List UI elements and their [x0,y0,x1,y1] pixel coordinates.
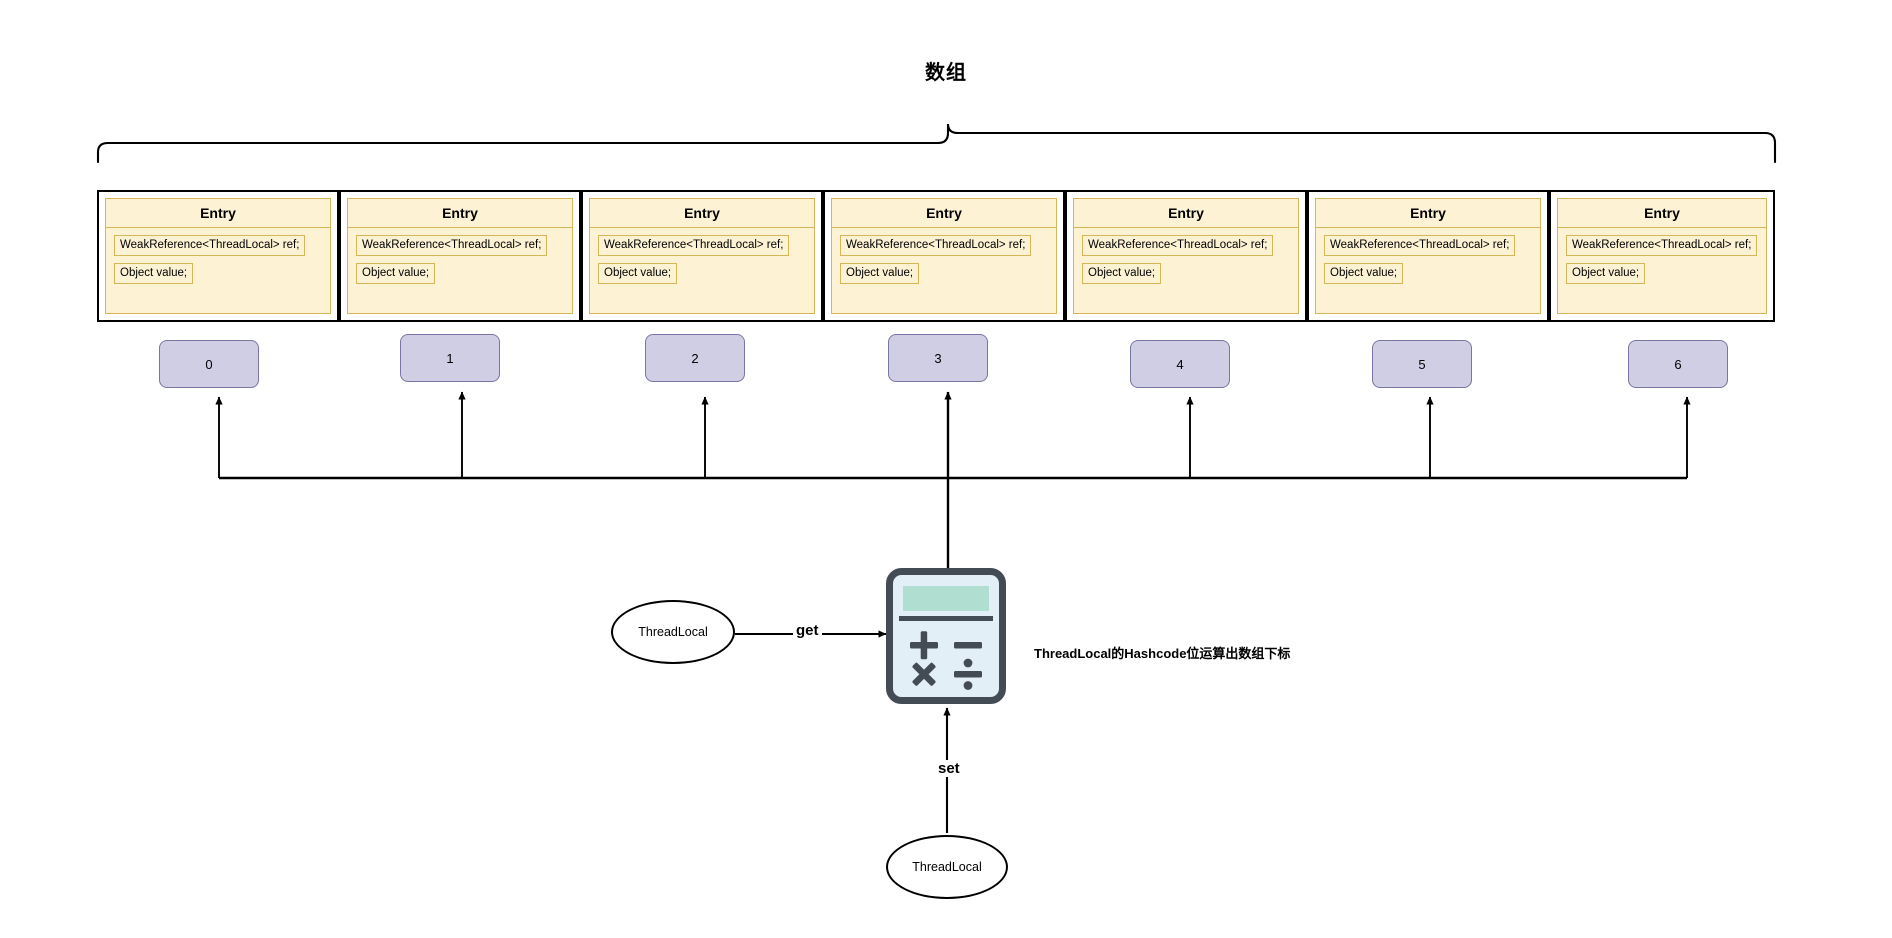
entry-inner: Entry WeakReference<ThreadLocal> ref; Ob… [1315,198,1541,314]
hashcode-note: ThreadLocal的Hashcode位运算出数组下标 [1034,646,1291,661]
entry-field-value: Object value; [1566,263,1646,284]
entry-header: Entry [348,199,572,228]
entry-body: WeakReference<ThreadLocal> ref; Object v… [348,228,572,313]
entry-card[interactable]: Entry WeakReference<ThreadLocal> ref; Ob… [1065,190,1307,322]
entry-field-value: Object value; [356,263,436,284]
entry-inner: Entry WeakReference<ThreadLocal> ref; Ob… [831,198,1057,314]
entry-body: WeakReference<ThreadLocal> ref; Object v… [832,228,1056,313]
entry-field-ref: WeakReference<ThreadLocal> ref; [598,235,790,256]
entry-header: Entry [1074,199,1298,228]
entry-inner: Entry WeakReference<ThreadLocal> ref; Ob… [347,198,573,314]
entry-header: Entry [1316,199,1540,228]
entry-card[interactable]: Entry WeakReference<ThreadLocal> ref; Ob… [97,190,339,322]
calculator-icon [886,568,1006,704]
entry-field-value: Object value; [598,263,678,284]
entry-inner: Entry WeakReference<ThreadLocal> ref; Ob… [589,198,815,314]
index-box-4[interactable]: 4 [1130,340,1230,388]
entry-field-ref: WeakReference<ThreadLocal> ref; [1324,235,1516,256]
set-edge-label: set [935,760,963,777]
index-box-2[interactable]: 2 [645,334,745,382]
entry-card[interactable]: Entry WeakReference<ThreadLocal> ref; Ob… [823,190,1065,322]
entry-body: WeakReference<ThreadLocal> ref; Object v… [106,228,330,313]
entry-header: Entry [106,199,330,228]
index-box-0[interactable]: 0 [159,340,259,388]
entry-field-ref: WeakReference<ThreadLocal> ref; [356,235,548,256]
entry-field-value: Object value; [114,263,194,284]
entry-inner: Entry WeakReference<ThreadLocal> ref; Ob… [1557,198,1767,314]
curly-brace [96,123,1777,164]
entry-body: WeakReference<ThreadLocal> ref; Object v… [1074,228,1298,313]
entry-header: Entry [1558,199,1766,228]
index-box-1[interactable]: 1 [400,334,500,382]
entry-field-ref: WeakReference<ThreadLocal> ref; [114,235,306,256]
get-edge-label: get [793,622,822,639]
index-box-5[interactable]: 5 [1372,340,1472,388]
threadlocal-node-set[interactable]: ThreadLocal [886,835,1008,899]
page-title: 数组 [925,62,967,84]
entry-inner: Entry WeakReference<ThreadLocal> ref; Ob… [1073,198,1299,314]
index-riser-arrows [215,391,1691,478]
entry-field-ref: WeakReference<ThreadLocal> ref; [1082,235,1274,256]
entry-field-value: Object value; [840,263,920,284]
entry-field-ref: WeakReference<ThreadLocal> ref; [840,235,1032,256]
entry-card[interactable]: Entry WeakReference<ThreadLocal> ref; Ob… [1307,190,1549,322]
entry-card[interactable]: Entry WeakReference<ThreadLocal> ref; Ob… [581,190,823,322]
entry-card[interactable]: Entry WeakReference<ThreadLocal> ref; Ob… [339,190,581,322]
index-box-6[interactable]: 6 [1628,340,1728,388]
entry-inner: Entry WeakReference<ThreadLocal> ref; Ob… [105,198,331,314]
entry-card[interactable]: Entry WeakReference<ThreadLocal> ref; Ob… [1549,190,1775,322]
diagram-canvas [96,123,1777,833]
entry-field-value: Object value; [1082,263,1162,284]
index-box-3[interactable]: 3 [888,334,988,382]
entry-header: Entry [590,199,814,228]
entry-field-value: Object value; [1324,263,1404,284]
threadlocal-node-get[interactable]: ThreadLocal [611,600,735,664]
entry-field-ref: WeakReference<ThreadLocal> ref; [1566,235,1758,256]
entry-body: WeakReference<ThreadLocal> ref; Object v… [590,228,814,313]
entry-header: Entry [832,199,1056,228]
entry-body: WeakReference<ThreadLocal> ref; Object v… [1316,228,1540,313]
entry-body: WeakReference<ThreadLocal> ref; Object v… [1558,228,1766,313]
